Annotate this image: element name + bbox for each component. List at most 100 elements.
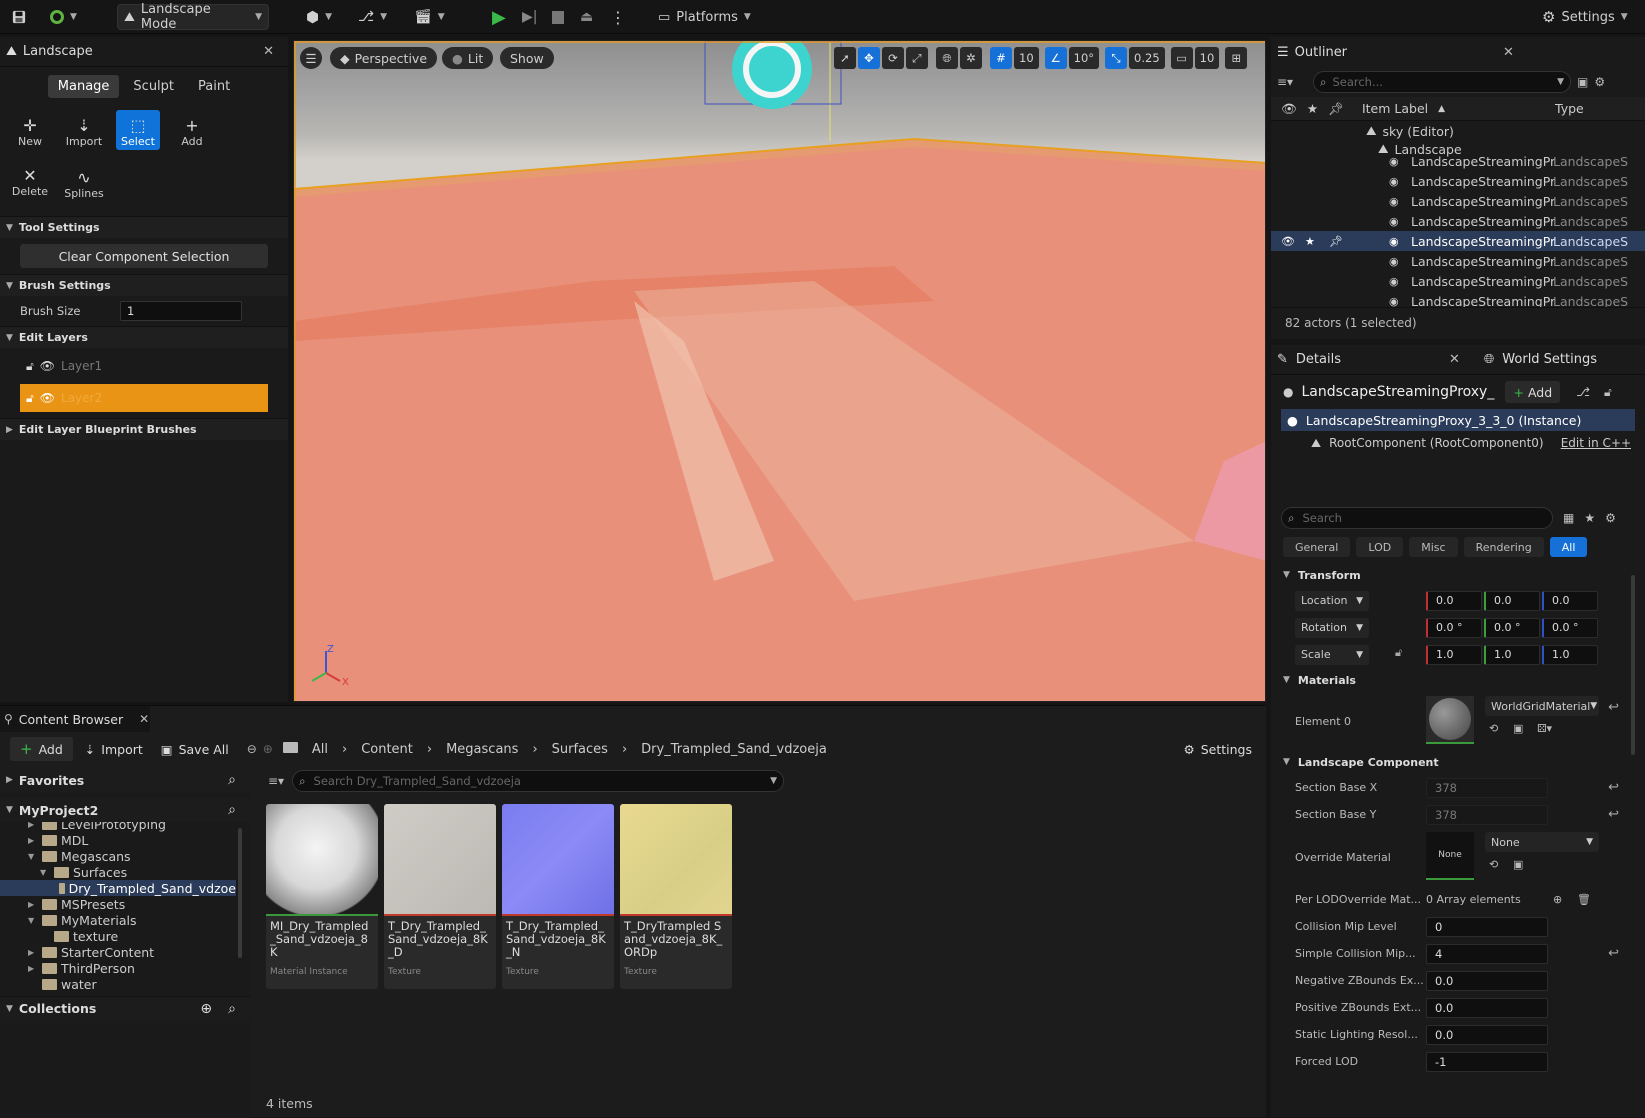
outliner-row[interactable]: ◉ LandscapeStreamingPr LandscapeS xyxy=(1271,251,1645,271)
forward-icon[interactable]: ⊕ xyxy=(263,742,273,756)
brush-settings-header[interactable]: ▼ Brush Settings xyxy=(0,274,288,296)
add-collection-icon[interactable]: ⊕ xyxy=(200,1001,212,1017)
breadcrumb-content[interactable]: Content xyxy=(361,742,413,757)
details-search-input[interactable]: ⌕ Search xyxy=(1281,507,1553,529)
blueprint-icon[interactable]: ⎇ xyxy=(1576,385,1590,399)
outliner-row[interactable]: ◉ LandscapeStreamingPr LandscapeS xyxy=(1271,271,1645,291)
back-icon[interactable]: ⊖ xyxy=(247,742,257,756)
lock-icon[interactable]: 🔓︎ xyxy=(26,359,34,374)
breadcrumb-surfaces[interactable]: Surfaces xyxy=(552,742,608,757)
asset-tile[interactable]: T_DryTrampled Sand_vdzoeja_8K_ORDp Textur… xyxy=(620,804,732,989)
eye-icon[interactable]: 👁︎ xyxy=(40,391,55,405)
filter-icon[interactable]: ≡▾ xyxy=(268,774,284,788)
tool-delete[interactable]: ✕ Delete xyxy=(8,160,52,200)
details-scrollbar[interactable] xyxy=(1631,575,1635,755)
location-x[interactable]: 0.0 xyxy=(1426,590,1482,611)
asset-tile[interactable]: MI_Dry_Trampled_Sand_vdzoeja_8K Material … xyxy=(266,804,378,989)
eye-icon[interactable]: 👁︎ xyxy=(1281,235,1295,248)
tool-select[interactable]: ⬚ Select xyxy=(116,110,160,150)
close-icon[interactable]: ✕ xyxy=(139,712,149,726)
forced-lod-field[interactable]: -1 xyxy=(1426,1051,1548,1072)
override-material-thumbnail[interactable]: None xyxy=(1426,832,1474,880)
collapse-arrow-icon[interactable]: ▼ xyxy=(28,852,38,861)
outliner-row[interactable]: ◉ LandscapeStreamingPr LandscapeS xyxy=(1271,171,1645,191)
folder-tree-item[interactable]: water xyxy=(0,976,236,992)
rotation-dropdown[interactable]: Rotation ▼ xyxy=(1295,617,1369,638)
override-material-dropdown[interactable]: None ▼ xyxy=(1485,832,1599,852)
camera-speed-icon[interactable]: ▭ xyxy=(1170,47,1193,69)
materials-section-header[interactable]: ▼ Materials xyxy=(1271,668,1645,692)
close-icon[interactable]: ✕ xyxy=(1503,45,1522,60)
viewport-menu-button[interactable]: ☰ xyxy=(300,47,322,69)
reset-icon[interactable]: ↩ xyxy=(1608,946,1619,961)
use-selected-icon[interactable]: ⟲ xyxy=(1489,722,1498,735)
collapse-arrow-icon[interactable]: ▼ xyxy=(40,868,50,877)
add-button[interactable]: + Add xyxy=(10,737,73,761)
expand-arrow-icon[interactable]: ▶ xyxy=(28,822,38,829)
expand-arrow-icon[interactable]: ▶ xyxy=(28,948,38,957)
browse-icon[interactable]: ▣ xyxy=(1513,722,1523,735)
outliner-tab[interactable]: ☰ Outliner ✕ xyxy=(1271,37,1645,67)
outliner-row[interactable]: ◉ LandscapeStreamingPr LandscapeS xyxy=(1271,211,1645,231)
details-tab[interactable]: Details xyxy=(1296,352,1341,367)
transform-section-header[interactable]: ▼ Transform xyxy=(1271,563,1645,587)
stop-button[interactable] xyxy=(546,4,570,30)
star-icon[interactable]: ★ xyxy=(1584,511,1595,525)
search-icon[interactable]: ⌕ xyxy=(228,1001,236,1017)
brush-size-input[interactable]: 1 xyxy=(120,301,242,321)
folder-tree-item[interactable]: ▼ Megascans xyxy=(0,848,236,864)
save-all-button[interactable]: ▣ Save All xyxy=(155,737,235,761)
scale-z[interactable]: 1.0 xyxy=(1542,644,1598,665)
scale-snap-value[interactable]: 0.25 xyxy=(1129,47,1165,69)
landscape-tab[interactable]: ⛰ Landscape ✕ xyxy=(0,37,288,67)
asset-search-input[interactable]: ⌕ Search Dry_Trampled_Sand_vdzoeja ▼ xyxy=(292,770,785,792)
collections-header[interactable]: ▼ Collections ⊕ ⌕ xyxy=(0,996,250,1020)
advance-frame-button[interactable]: ▶︎| xyxy=(516,4,540,30)
tool-add[interactable]: + Add xyxy=(170,110,214,150)
expand-arrow-icon[interactable]: ▶ xyxy=(28,836,38,845)
scale-x[interactable]: 1.0 xyxy=(1426,644,1482,665)
rotation-z[interactable]: 0.0 ° xyxy=(1542,617,1598,638)
item-label-column[interactable]: Item Label xyxy=(1362,101,1428,116)
reset-icon[interactable]: ↩ xyxy=(1608,780,1619,795)
close-icon[interactable]: ✕ xyxy=(1449,352,1460,367)
select-mode-icon[interactable]: ➚ xyxy=(834,47,856,69)
add-element-icon[interactable]: ⊕ xyxy=(1553,893,1562,906)
tab-manage[interactable]: Manage xyxy=(47,75,120,98)
table-view-icon[interactable]: ▦ xyxy=(1563,511,1574,525)
reset-icon[interactable]: ↩ xyxy=(1608,700,1619,715)
rotation-snap-value[interactable]: 10° xyxy=(1068,47,1100,69)
mode-selector[interactable]: ⛰ Landscape Mode ▼ xyxy=(117,2,269,32)
layout-icon[interactable]: ⊞ xyxy=(1225,47,1248,69)
search-icon[interactable]: ⌕ xyxy=(228,802,236,818)
browse-icon[interactable]: ▣ xyxy=(1513,858,1523,871)
edit-layers-header[interactable]: ▼ Edit Layers xyxy=(0,326,288,348)
clear-selection-button[interactable]: Clear Component Selection xyxy=(20,244,268,268)
outliner-search-input[interactable]: ⌕ Search... ▼ xyxy=(1313,71,1571,93)
visibility-column-icon[interactable]: 👁︎ xyxy=(1281,101,1297,117)
use-selected-icon[interactable]: ⟲ xyxy=(1489,858,1498,871)
folder-tree-item[interactable]: texture xyxy=(0,928,236,944)
layer-row-1[interactable]: 🔓︎ 👁︎ Layer1 xyxy=(20,352,268,380)
folder-tree-item[interactable]: ▼ Surfaces xyxy=(0,864,236,880)
star-icon[interactable]: ★ xyxy=(1305,235,1315,248)
eject-button[interactable]: ⏏ xyxy=(574,4,598,30)
blueprints-button[interactable]: ⎇ ▼ xyxy=(352,4,393,30)
translate-icon[interactable]: ✥ xyxy=(858,47,880,69)
folder-tree-item[interactable]: ▶ MSPresets xyxy=(0,896,236,912)
material-thumbnail[interactable] xyxy=(1426,696,1474,744)
folder-tree-item[interactable]: ▶ MDL xyxy=(0,832,236,848)
eye-icon[interactable]: 👁︎ xyxy=(40,359,55,373)
favorite-column-icon[interactable]: ★ xyxy=(1307,101,1318,116)
simple-collision-field[interactable]: 4 xyxy=(1426,943,1548,964)
landscape-component-section-header[interactable]: ▼ Landscape Component xyxy=(1271,750,1645,774)
settings-button[interactable]: ⚙ Settings ▼ xyxy=(1536,4,1634,30)
perspective-button[interactable]: ◆ Perspective xyxy=(330,47,438,69)
breadcrumb-megascans[interactable]: Megascans xyxy=(446,742,518,757)
scale-lock-icon[interactable]: 🔓︎ xyxy=(1395,646,1402,660)
pin-column-icon[interactable]: 📌︎ xyxy=(1328,101,1344,117)
play-button[interactable]: ▶ xyxy=(486,4,510,30)
add-actor-button[interactable]: ⬢ ▼ xyxy=(300,4,338,30)
root-component-row[interactable]: ⛰ RootComponent (RootComponent0) Edit in… xyxy=(1271,431,1645,455)
lit-button[interactable]: ● Lit xyxy=(442,47,494,69)
